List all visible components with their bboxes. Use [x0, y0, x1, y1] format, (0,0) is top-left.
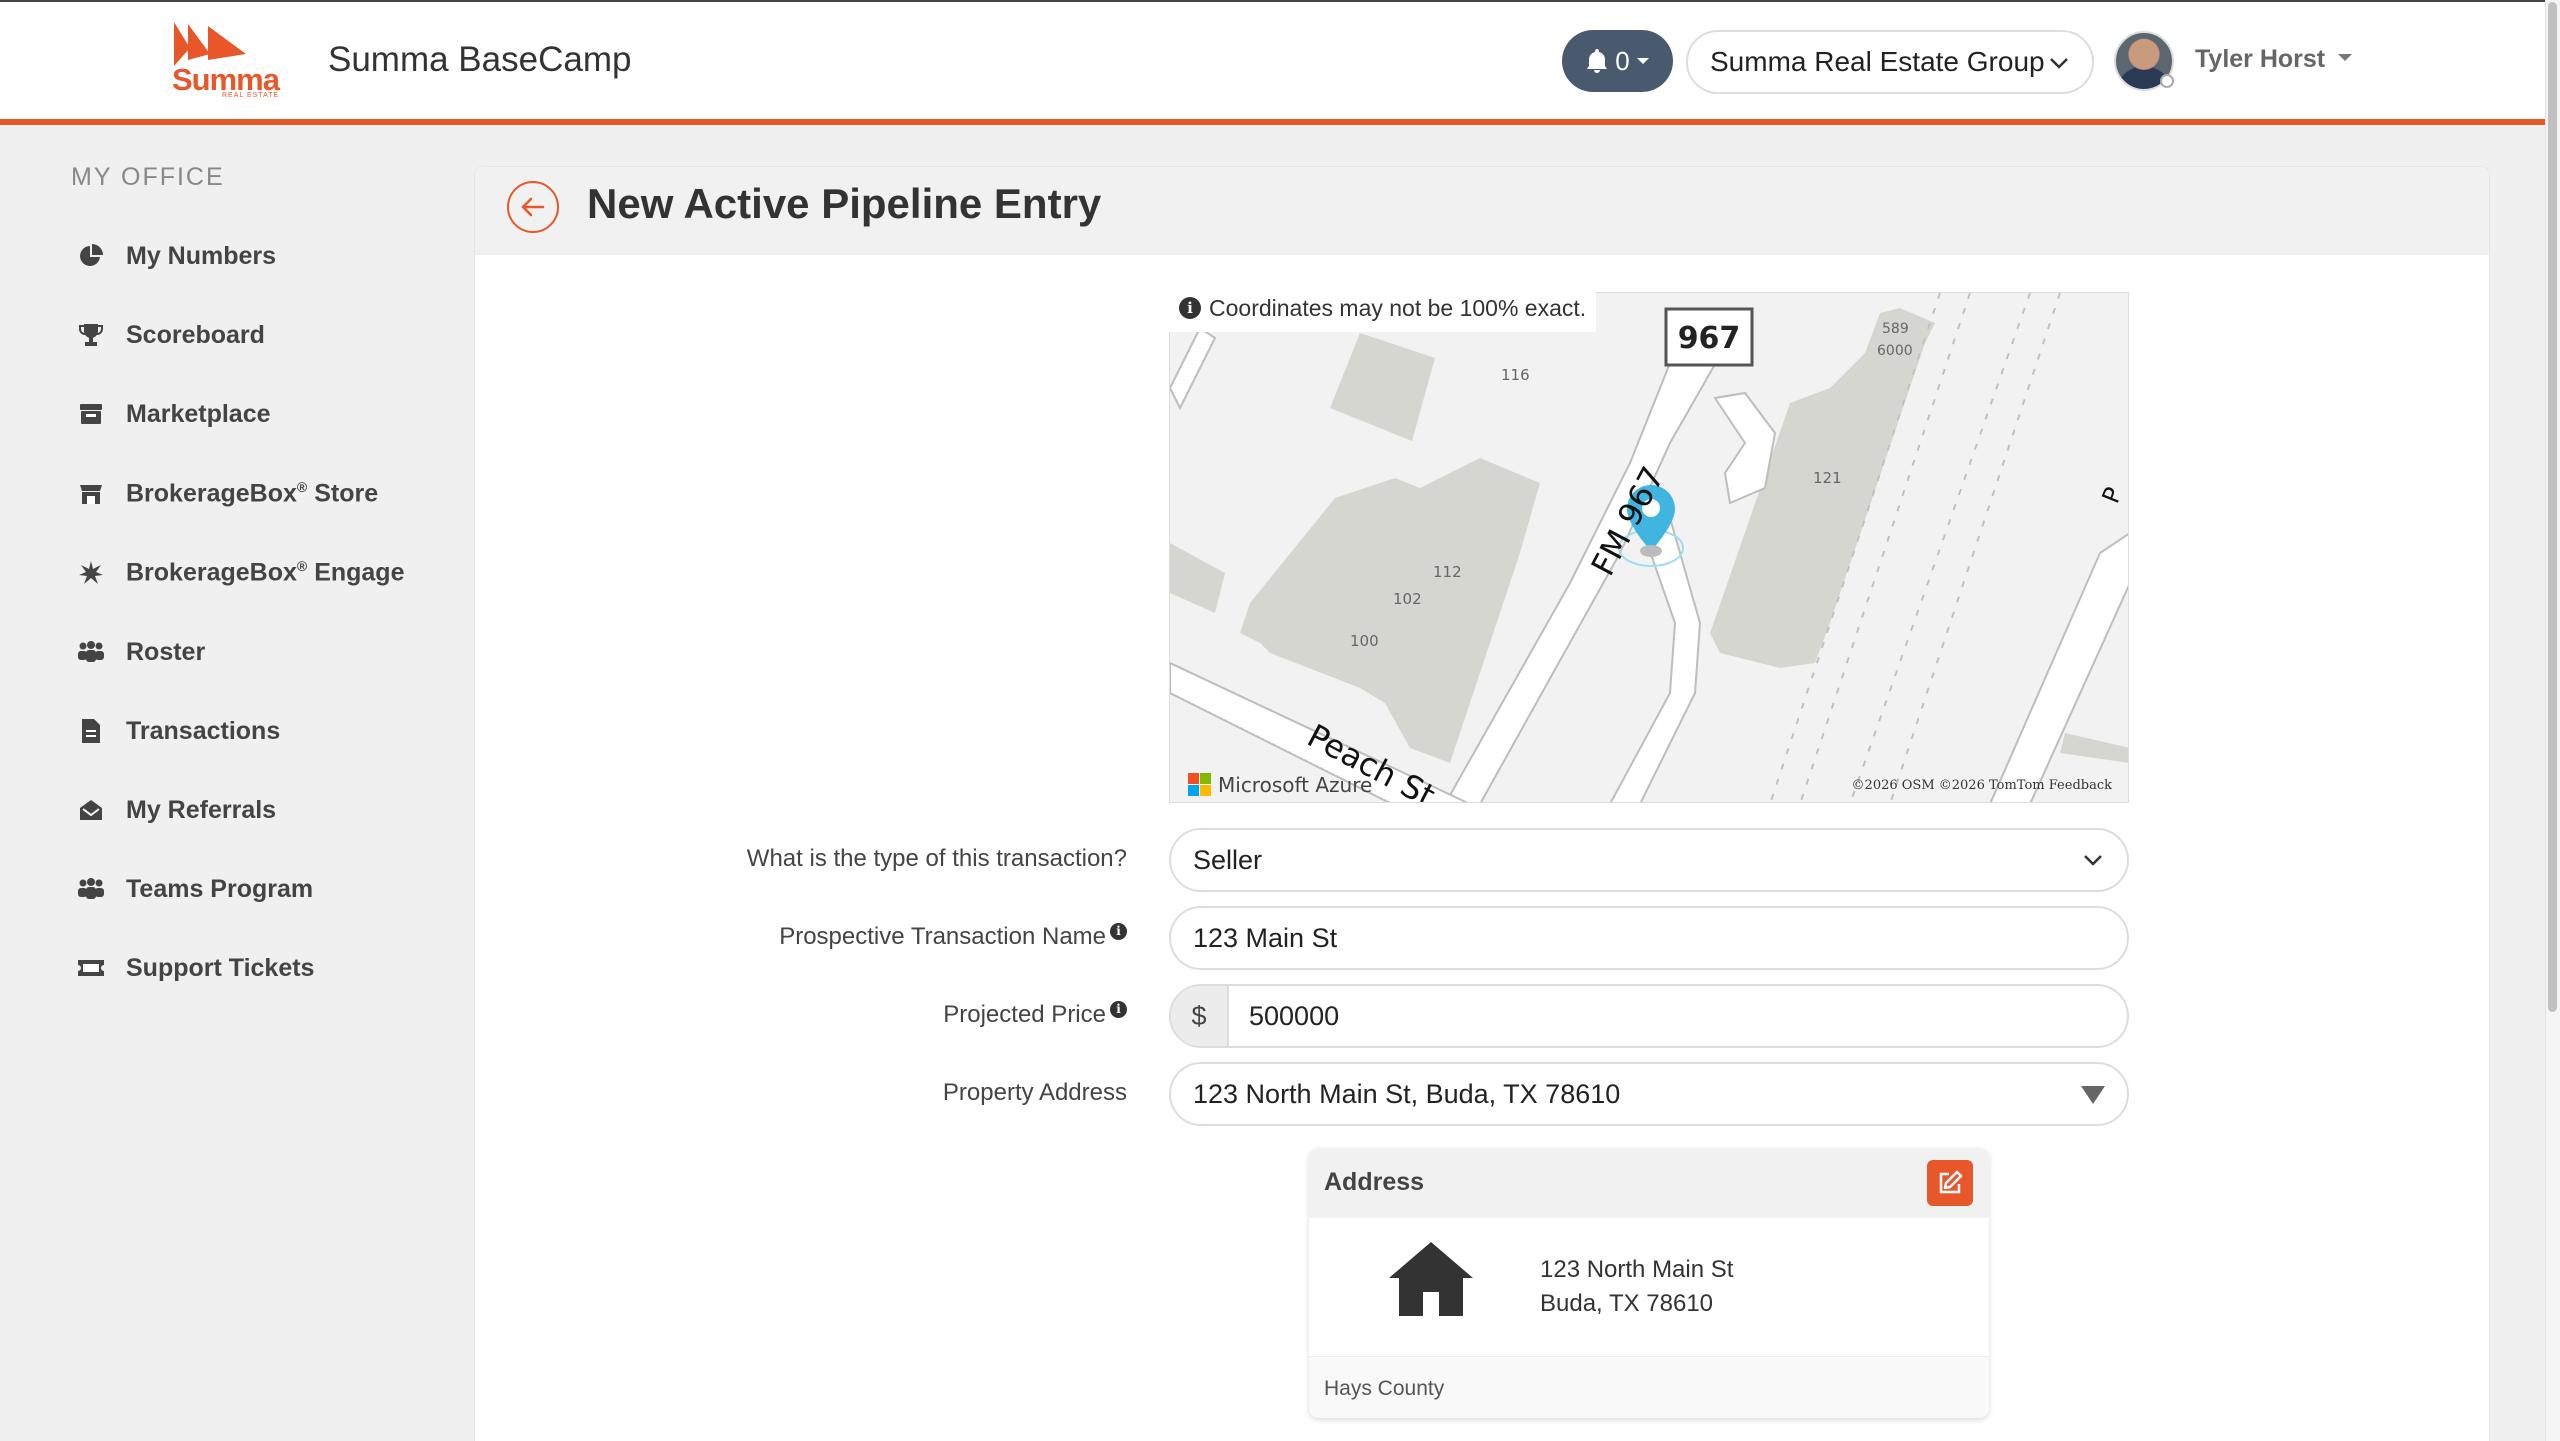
- sidebar-item-label: Roster: [126, 637, 206, 666]
- sidebar-item-label: My Referrals: [126, 795, 277, 824]
- user-name[interactable]: Tyler Horst: [2195, 45, 2325, 74]
- caret-down-icon: [2081, 1086, 2105, 1104]
- currency-addon: $: [1171, 986, 1229, 1046]
- sidebar: MY OFFICE My Numbers Scoreboard Marketpl…: [0, 131, 470, 1441]
- notifications-button[interactable]: 0: [1562, 30, 1673, 92]
- transaction-type-select[interactable]: Seller: [1169, 828, 2129, 892]
- chevron-down-icon: [2084, 855, 2102, 866]
- transaction-name-label: Prospective Transaction Name i: [779, 923, 1127, 951]
- map-building-label: 102: [1393, 590, 1422, 608]
- property-address-label: Property Address: [942, 1079, 1127, 1106]
- sidebar-item-label: Scoreboard: [126, 320, 265, 349]
- page-scrollbar-thumb[interactable]: [2548, 2, 2557, 1012]
- house-icon: [1389, 1242, 1473, 1316]
- ticket-icon: [76, 953, 106, 983]
- address-line-2: Buda, TX 78610: [1540, 1290, 1714, 1317]
- property-address-value: 123 North Main St, Buda, TX 78610: [1193, 1078, 1621, 1109]
- address-card-header: Address: [1309, 1148, 1989, 1218]
- organization-select[interactable]: Summa Real Estate Group: [1686, 30, 2094, 94]
- map-building-label: 100: [1350, 632, 1379, 650]
- address-card-footer: Hays County: [1309, 1356, 1989, 1418]
- address-line-1: 123 North Main St: [1540, 1256, 1734, 1283]
- projected-price-label: Projected Price i: [943, 1001, 1127, 1029]
- sidebar-item-label: Teams Program: [126, 874, 314, 903]
- map-building-label: 116: [1501, 366, 1530, 384]
- map-building-label: 589: [1882, 321, 1909, 337]
- sidebar-item-teams-program[interactable]: Teams Program: [76, 869, 313, 909]
- envelope-open-icon: [76, 795, 106, 825]
- user-menu-caret-icon[interactable]: [2338, 54, 2352, 61]
- sidebar-item-brokeragebox-store[interactable]: BrokerageBox® Store: [76, 474, 378, 514]
- transaction-name-value: 123 Main St: [1193, 922, 1338, 953]
- storefront-icon: [76, 479, 106, 509]
- document-icon: [76, 716, 106, 746]
- address-card-body: 123 North Main St Buda, TX 78610: [1309, 1218, 1989, 1356]
- store-icon: [76, 399, 106, 429]
- sidebar-item-roster[interactable]: Roster: [76, 632, 205, 672]
- map-canvas[interactable]: 116 112 102 100 121 589 6000 FM 967 Peac…: [1170, 293, 2129, 803]
- sidebar-item-label: Marketplace: [126, 399, 271, 428]
- map-note-text: Coordinates may not be 100% exact.: [1209, 294, 1587, 321]
- people-icon: [76, 874, 106, 904]
- info-icon[interactable]: i: [1110, 1001, 1127, 1018]
- sidebar-item-my-numbers[interactable]: My Numbers: [76, 236, 276, 276]
- map-accuracy-note: i Coordinates may not be 100% exact.: [1169, 284, 1597, 332]
- map-building-label: 6000: [1877, 343, 1913, 359]
- transaction-name-field[interactable]: 123 Main St: [1169, 906, 2129, 970]
- projected-price-value: 500000: [1249, 1000, 1340, 1031]
- info-icon: i: [1179, 297, 1201, 319]
- sidebar-item-label: BrokerageBox® Engage: [126, 558, 405, 587]
- people-icon: [76, 637, 106, 667]
- burst-icon: [76, 558, 106, 588]
- card-header: New Active Pipeline Entry: [475, 167, 2489, 255]
- sidebar-item-my-referrals[interactable]: My Referrals: [76, 790, 276, 830]
- transaction-type-label: What is the type of this transaction?: [746, 845, 1127, 872]
- edit-address-button[interactable]: [1927, 1160, 1973, 1206]
- chevron-down-icon: [2050, 58, 2068, 69]
- pie-chart-icon: [76, 241, 106, 271]
- transaction-type-value: Seller: [1193, 844, 1263, 875]
- organization-name: Summa Real Estate Group: [1710, 46, 2045, 77]
- sidebar-item-label: BrokerageBox® Store: [126, 479, 379, 508]
- info-icon[interactable]: i: [1110, 923, 1127, 940]
- page-title: New Active Pipeline Entry: [587, 180, 1102, 227]
- back-button[interactable]: [507, 181, 559, 233]
- trophy-icon: [76, 320, 106, 350]
- caret-down-icon: [1636, 58, 1649, 64]
- top-header: Summa REAL ESTATE Summa BaseCamp 0 Summa…: [0, 0, 2545, 125]
- map-route-shield-label: 967: [1678, 321, 1741, 356]
- status-dot: [2160, 74, 2174, 88]
- logo-subtitle: REAL ESTATE: [222, 92, 280, 99]
- edit-icon: [1939, 1170, 1963, 1194]
- sidebar-item-scoreboard[interactable]: Scoreboard: [76, 315, 265, 355]
- sidebar-item-label: My Numbers: [126, 241, 277, 270]
- map-building-label: 112: [1433, 563, 1462, 581]
- sidebar-item-marketplace[interactable]: Marketplace: [76, 394, 271, 434]
- sidebar-item-label: Support Tickets: [126, 953, 315, 982]
- sidebar-item-support-tickets[interactable]: Support Tickets: [76, 948, 314, 988]
- map-building-label: 121: [1813, 469, 1842, 487]
- map-copyright[interactable]: ©2026 OSM ©2026 TomTom Feedback: [1852, 778, 2113, 793]
- map-provider-label: Microsoft Azure: [1218, 773, 1372, 797]
- location-map[interactable]: 116 112 102 100 121 589 6000 FM 967 Peac…: [1169, 292, 2129, 803]
- app-title: Summa BaseCamp: [328, 40, 632, 79]
- arrow-left-icon: [521, 197, 545, 217]
- sidebar-item-brokeragebox-engage[interactable]: BrokerageBox® Engage: [76, 553, 404, 593]
- address-card-title: Address: [1324, 1168, 1425, 1196]
- sidebar-item-transactions[interactable]: Transactions: [76, 711, 280, 751]
- projected-price-field[interactable]: $ 500000: [1169, 984, 2129, 1048]
- bell-icon: [1587, 49, 1608, 73]
- notification-count: 0: [1615, 45, 1630, 76]
- sidebar-item-label: Transactions: [126, 716, 281, 745]
- address-card: Address 123 North Main St Buda, TX 78610…: [1309, 1148, 1989, 1418]
- sidebar-heading: MY OFFICE: [71, 163, 225, 191]
- county-label: Hays County: [1324, 1377, 1445, 1400]
- property-address-select[interactable]: 123 North Main St, Buda, TX 78610: [1169, 1062, 2129, 1126]
